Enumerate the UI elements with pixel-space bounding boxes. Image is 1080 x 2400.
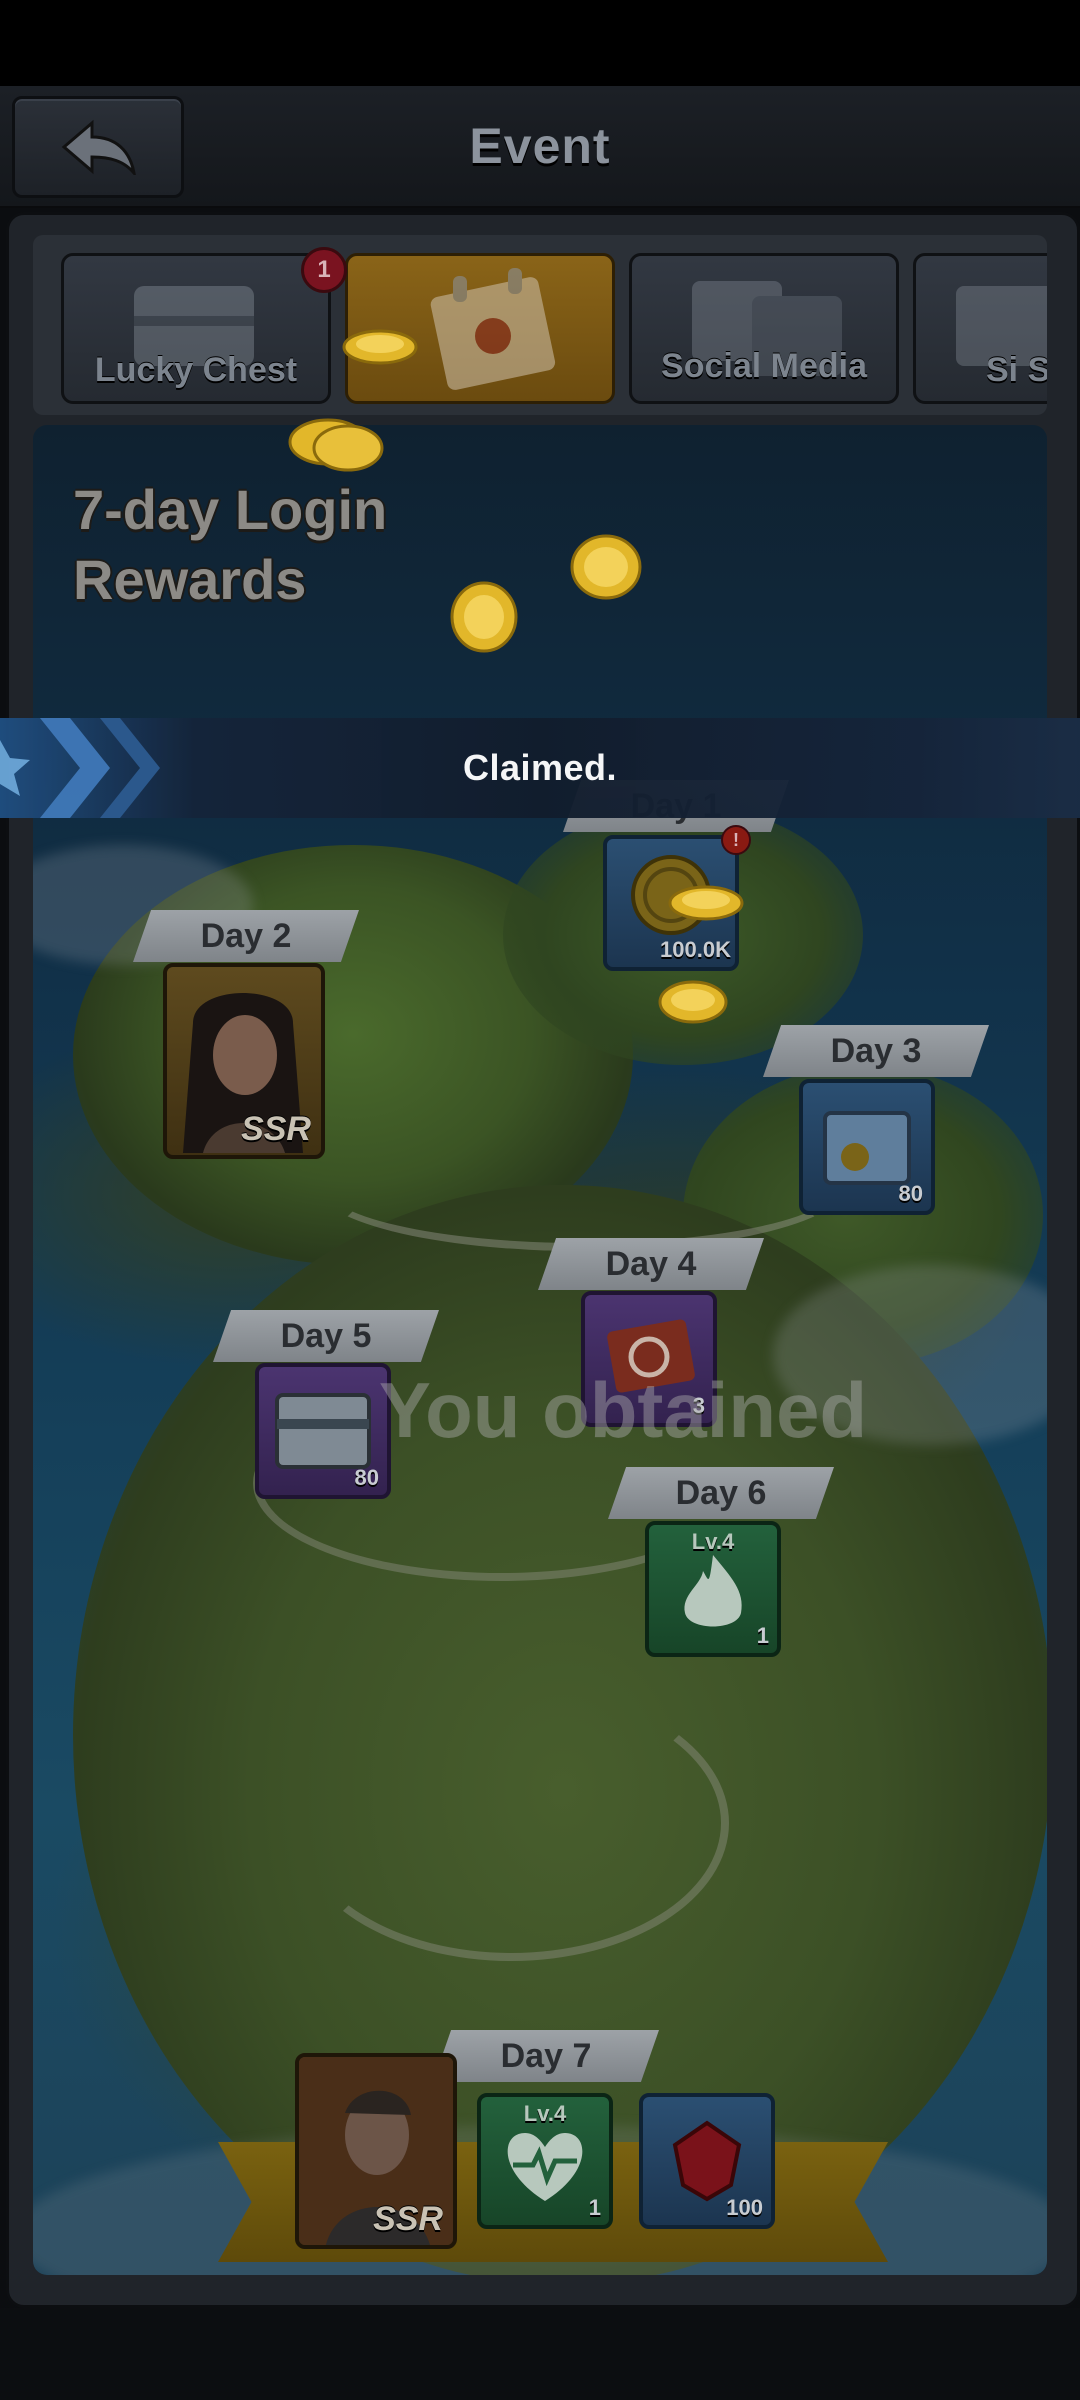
ssr-tag: SSR (373, 2200, 443, 2238)
event-panel: Lucky Chest Social Media Si Scra 1 (6, 212, 1080, 2308)
flying-coin-icon (342, 329, 418, 365)
ssr-tag: SSR (241, 1110, 311, 1148)
claimed-banner: Claimed. (0, 718, 1080, 818)
day-7-hero-reward[interactable]: SSR (295, 2053, 457, 2249)
status-bar (0, 0, 1080, 86)
flying-coin-icon (668, 885, 744, 921)
day-7-gem-qty: 100 (726, 2195, 763, 2220)
flying-coin-icon (450, 581, 518, 653)
day-label-7: Day 7 (433, 2030, 659, 2082)
tab-label-lucky-chest: Lucky Chest (94, 351, 298, 389)
day-7-skill-reward[interactable]: Lv.4 1 (477, 2093, 613, 2229)
back-arrow-icon (61, 119, 136, 175)
event-tabs: Lucky Chest Social Media Si Scra 1 (33, 235, 1047, 415)
day-3-qty: 80 (898, 1181, 923, 1206)
alert-badge: ! (721, 825, 751, 855)
day-7-gem-reward[interactable]: 100 (639, 2093, 775, 2229)
day-label-5: Day 5 (213, 1310, 439, 1362)
tab-lucky-chest[interactable]: Lucky Chest (61, 253, 331, 404)
top-bar: Event (0, 86, 1080, 208)
day-label-6: Day 6 (608, 1467, 834, 1519)
bottom-bar (0, 2308, 1080, 2400)
you-obtained-text: You obtained (378, 1366, 868, 1454)
day-6-qty: 1 (756, 1623, 769, 1648)
notification-badge: 1 (301, 247, 347, 293)
map-path (293, 1685, 729, 1961)
day-7-skill-qty: 1 (588, 2195, 601, 2220)
back-button[interactable] (12, 96, 184, 198)
day-6-reward[interactable]: Lv.4 1 (645, 1521, 781, 1657)
day-2-reward[interactable]: SSR (163, 963, 325, 1159)
map-path (313, 1115, 849, 1251)
tab-social-media[interactable]: Social Media (629, 253, 899, 404)
day-1-qty: 100.0K (660, 937, 731, 962)
tab-label-social-media: Social Media (661, 347, 867, 385)
claimed-text: Claimed. (462, 747, 618, 788)
day-3-reward[interactable]: 80 (799, 1079, 935, 1215)
day-label-2: Day 2 (133, 910, 359, 962)
login-rewards-map: 7-day Login Rewards Day 1 100.0K ! Day 2… (33, 425, 1047, 2275)
flying-coin-icon (288, 418, 384, 472)
flying-coin-icon (658, 980, 728, 1024)
day-label-4: Day 4 (538, 1238, 764, 1290)
day-5-qty: 80 (354, 1465, 379, 1490)
tab-label-scratch: Si Scra (986, 351, 1047, 389)
flying-coin-icon (570, 534, 642, 600)
day-label-3: Day 3 (763, 1025, 989, 1077)
tab-scratch[interactable]: Si Scra (913, 253, 1047, 404)
